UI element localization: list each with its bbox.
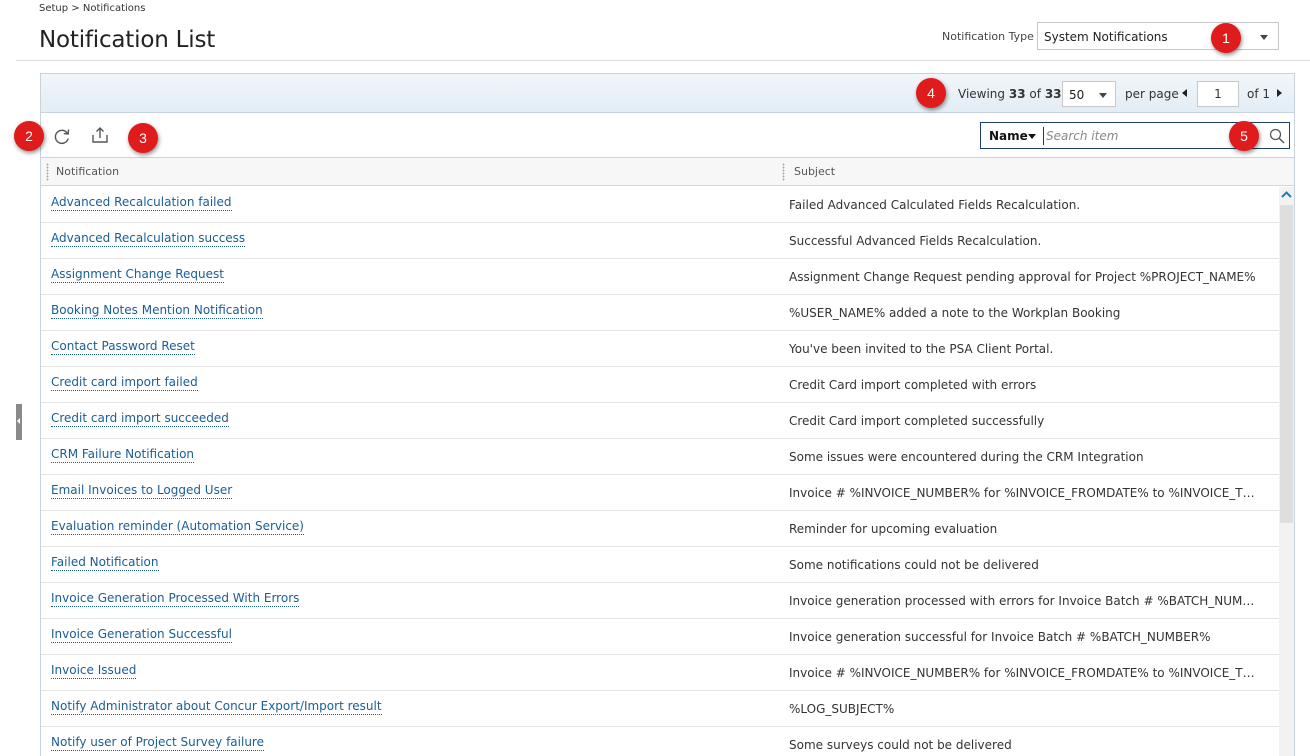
table-row: Advanced Recalculation failed Failed Adva… [41, 187, 1279, 223]
prev-page-icon[interactable] [1182, 89, 1187, 97]
page-count: of 1 [1247, 87, 1271, 101]
notification-subject: Successful Advanced Fields Recalculation… [789, 234, 1042, 248]
notification-link[interactable]: Invoice Issued [51, 663, 137, 679]
viewing-total: 33 [1044, 87, 1062, 101]
notification-subject: Reminder for upcoming evaluation [789, 522, 998, 536]
table-row: Advanced Recalculation success Successful… [41, 223, 1279, 259]
column-resize-handle[interactable] [46, 163, 49, 181]
column-header-row: Notification Subject [41, 158, 1294, 186]
notification-type-value: System Notifications [1044, 30, 1168, 44]
column-resize-handle[interactable] [782, 163, 785, 181]
refresh-icon[interactable] [52, 126, 72, 146]
table-row: Invoice Issued Invoice # %INVOICE_NUMBER%… [41, 655, 1279, 691]
table-row: Email Invoices to Logged User Invoice # %… [41, 475, 1279, 511]
search-icon[interactable] [1269, 128, 1285, 144]
notification-link[interactable]: Advanced Recalculation failed [51, 195, 232, 211]
table-row: Invoice Generation Processed With Errors… [41, 583, 1279, 619]
table-row: Contact Password Reset You've been invite… [41, 331, 1279, 367]
notification-subject: Some surveys could not be delivered [789, 738, 1012, 752]
notification-subject: %USER_NAME% added a note to the Workplan… [789, 306, 1121, 320]
viewing-shown: 33 [1008, 87, 1026, 101]
notification-subject: Some issues were encountered during the … [789, 450, 1144, 464]
side-panel-toggle[interactable] [16, 404, 22, 440]
table-row: Invoice Generation Successful Invoice gen… [41, 619, 1279, 655]
table-row: Credit card import failed Credit Card imp… [41, 367, 1279, 403]
notification-link[interactable]: Credit card import succeeded [51, 411, 229, 427]
notification-link[interactable]: Invoice Generation Processed With Errors [51, 591, 300, 607]
page-title: Notification List [39, 27, 216, 53]
notification-link[interactable]: Notify Administrator about Concur Export… [51, 699, 382, 715]
search-field-selector[interactable]: Name [989, 129, 1028, 143]
callout-badge-1: 1 [1211, 23, 1241, 53]
table-row: Notify user of Project Survey failure Som… [41, 727, 1279, 756]
notification-subject: You've been invited to the PSA Client Po… [789, 342, 1054, 356]
notification-rows: Advanced Recalculation failed Failed Adva… [41, 187, 1279, 756]
per-page-select[interactable]: 50 [1062, 81, 1116, 107]
notification-link[interactable]: Failed Notification [51, 555, 159, 571]
callout-badge-2: 2 [14, 121, 44, 151]
scrollbar-thumb[interactable] [1280, 205, 1293, 523]
chevron-down-icon [1099, 93, 1107, 98]
table-row: Failed Notification Some notifications co… [41, 547, 1279, 583]
chevron-down-icon [1260, 35, 1268, 40]
page-number-input[interactable] [1197, 81, 1239, 107]
table-row: Assignment Change Request Assignment Chan… [41, 259, 1279, 295]
search-input[interactable] [1043, 127, 1223, 145]
notification-link[interactable]: CRM Failure Notification [51, 447, 195, 463]
notification-link[interactable]: Contact Password Reset [51, 339, 195, 355]
per-page-value: 50 [1069, 88, 1085, 102]
table-row: Notify Administrator about Concur Export… [41, 691, 1279, 727]
notification-subject: Invoice generation successful for Invoic… [789, 630, 1211, 644]
notification-type-label: Notification Type [942, 30, 1034, 43]
notification-subject: %LOG_SUBJECT% [789, 702, 895, 716]
chevron-up-icon[interactable] [1280, 188, 1293, 202]
table-row: Booking Notes Mention Notification %USER_… [41, 295, 1279, 331]
next-page-icon[interactable] [1277, 89, 1282, 97]
notification-subject: Credit Card import completed with errors [789, 378, 1037, 392]
table-row: CRM Failure Notification Some issues were… [41, 439, 1279, 475]
callout-badge-4: 4 [916, 78, 946, 108]
viewing-prefix: Viewing [958, 87, 1006, 101]
chevron-down-icon[interactable] [1028, 134, 1036, 139]
notification-subject: Invoice # %INVOICE_NUMBER% for %INVOICE_… [789, 486, 1259, 500]
callout-badge-3: 3 [128, 123, 158, 153]
notification-subject: Failed Advanced Calculated Fields Recalc… [789, 198, 1081, 212]
per-page-label: per page [1125, 87, 1179, 101]
table-row: Evaluation reminder (Automation Service)… [41, 511, 1279, 547]
notification-subject: Invoice # %INVOICE_NUMBER% for %INVOICE_… [789, 666, 1259, 680]
notification-link[interactable]: Credit card import failed [51, 375, 198, 391]
column-header-subject[interactable]: Subject [794, 165, 835, 178]
header-divider [16, 60, 1310, 61]
notification-link[interactable]: Notify user of Project Survey failure [51, 735, 264, 751]
breadcrumb: Setup > Notifications [39, 3, 146, 14]
notification-link[interactable]: Assignment Change Request [51, 267, 224, 283]
notification-subject: Credit Card import completed successfull… [789, 414, 1045, 428]
table-row: Credit card import succeeded Credit Card … [41, 403, 1279, 439]
export-icon[interactable] [90, 125, 110, 145]
viewing-count: Viewing 33 of 33 [958, 87, 1062, 101]
column-header-notification[interactable]: Notification [56, 165, 119, 178]
notification-subject: Invoice generation processed with errors… [789, 594, 1259, 608]
notification-link[interactable]: Advanced Recalculation success [51, 231, 246, 247]
notification-link[interactable]: Invoice Generation Successful [51, 627, 232, 643]
notification-link[interactable]: Evaluation reminder (Automation Service) [51, 519, 304, 535]
callout-badge-5: 5 [1229, 121, 1259, 151]
notification-subject: Assignment Change Request pending approv… [789, 270, 1256, 284]
notification-type-select[interactable]: System Notifications [1037, 22, 1279, 50]
notification-link[interactable]: Email Invoices to Logged User [51, 483, 233, 499]
viewing-of: of [1029, 87, 1041, 101]
notification-link[interactable]: Booking Notes Mention Notification [51, 303, 263, 319]
notification-subject: Some notifications could not be delivere… [789, 558, 1039, 572]
